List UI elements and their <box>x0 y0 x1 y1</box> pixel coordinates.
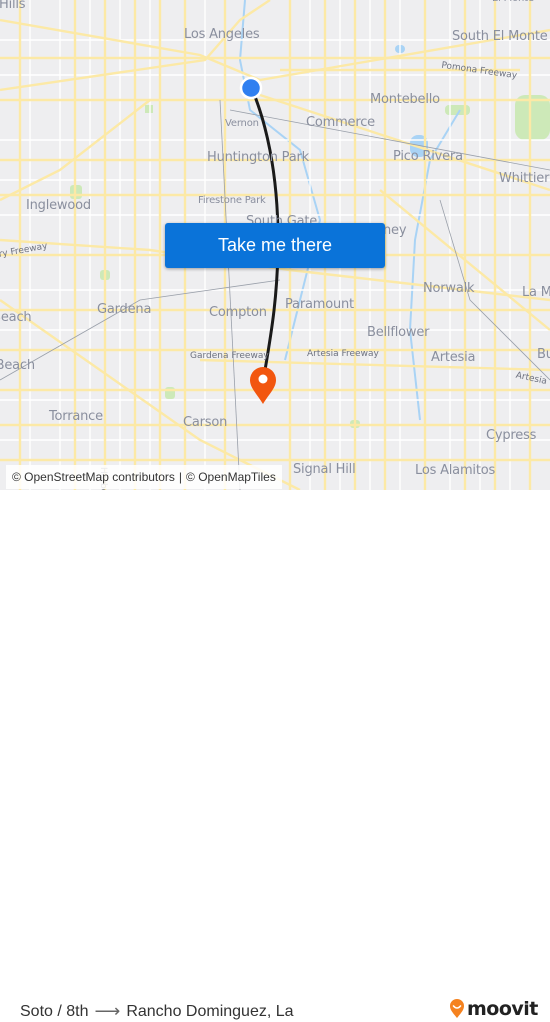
place-label: Artesia <box>431 350 476 365</box>
place-label: Norwalk <box>423 281 475 296</box>
place-label: Redondo Beach <box>0 358 35 373</box>
take-me-there-button[interactable]: Take me there <box>165 223 385 268</box>
place-label: South El Monte <box>452 29 548 44</box>
place-label: Los Alamitos <box>415 463 496 478</box>
place-label: Buena Park <box>537 347 550 362</box>
map-attribution: © OpenStreetMap contributors | © OpenMap… <box>6 465 282 489</box>
road-label: Artesia Freeway <box>307 349 379 359</box>
arrow-right-icon: ⟶ <box>94 1001 121 1021</box>
origin-name: Soto / 8th <box>20 1002 89 1020</box>
place-label: El Monte <box>492 0 534 4</box>
route-summary: Soto / 8th ⟶ Rancho Dominguez, La <box>20 1001 294 1022</box>
place-label: Los Angeles <box>184 27 260 42</box>
place-label: Hills <box>0 0 26 12</box>
place-label: Pico Rivera <box>393 149 463 164</box>
place-label: Commerce <box>306 115 375 130</box>
place-label: Vernon <box>225 118 259 129</box>
place-label: Carson <box>183 415 228 430</box>
place-label: Torrance <box>49 409 103 424</box>
moovit-pin-icon <box>450 999 464 1018</box>
footer: Soto / 8th ⟶ Rancho Dominguez, La moovit <box>0 490 550 1021</box>
place-label: Inglewood <box>26 198 91 213</box>
park <box>515 95 550 140</box>
openmaptiles-attribution-link[interactable]: © OpenMapTiles <box>186 470 276 484</box>
place-label: Manhattan Beach <box>0 310 32 325</box>
park <box>145 105 153 113</box>
brand-name: moovit <box>467 998 538 1020</box>
place-label: Huntington Park <box>207 150 309 165</box>
place-label: Whittier <box>499 171 550 186</box>
origin-marker[interactable] <box>239 76 263 100</box>
place-label: Paramount <box>285 297 354 312</box>
osm-attribution-link[interactable]: © OpenStreetMap contributors <box>12 470 175 484</box>
attribution-separator: | <box>178 470 183 484</box>
place-label: Signal Hill <box>293 462 356 477</box>
road-label: Gardena Freeway <box>190 351 269 361</box>
place-label: Compton <box>209 305 267 320</box>
place-label: Montebello <box>370 92 440 107</box>
place-label: La Mirada <box>522 285 550 300</box>
place-label: Gardena <box>97 302 152 317</box>
place-label: Cypress <box>486 428 537 443</box>
moovit-logo[interactable]: moovit <box>449 998 538 1020</box>
place-label: Bellflower <box>367 325 430 340</box>
map[interactable]: Hills Los Angeles South El Monte El Mont… <box>0 0 550 490</box>
destination-name: Rancho Dominguez, La <box>126 1002 294 1020</box>
destination-marker-icon[interactable] <box>250 367 276 404</box>
place-label: Firestone Park <box>198 195 266 206</box>
